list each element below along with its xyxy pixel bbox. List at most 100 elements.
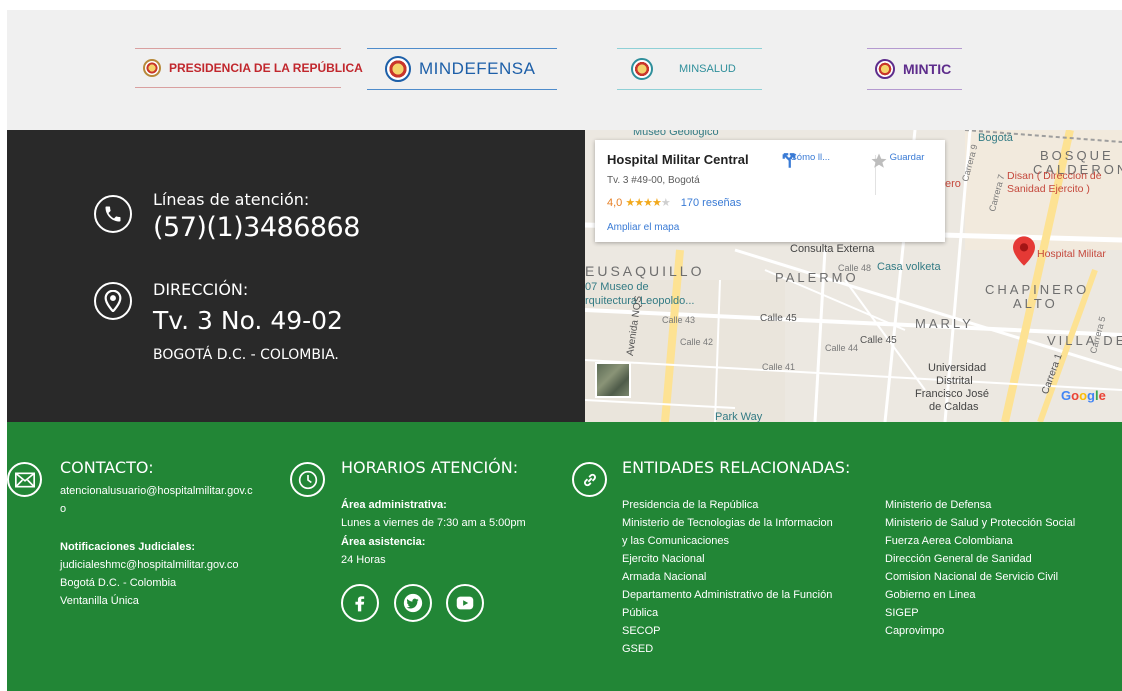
contact-email-line-1[interactable]: atencionalusuario@hospitalmilitar.gov.c	[60, 482, 253, 500]
contact-email-line-2[interactable]: o	[60, 500, 253, 518]
entity-link[interactable]: y las Comunicaciones	[622, 532, 833, 550]
link-icon	[572, 462, 607, 497]
contact-title: CONTACTO:	[60, 458, 154, 477]
map-label-calle-42: Calle 42	[680, 337, 714, 347]
map-label-alto: ALTO	[1013, 296, 1058, 311]
logo-mindefensa[interactable]: MINDEFENSA	[367, 48, 557, 90]
rating-value: 4,0	[607, 197, 623, 209]
map-label-teusaquillo: EUSAQUILLO	[585, 263, 705, 279]
entity-link[interactable]: Ministerio de Salud y Protección Social	[885, 514, 1075, 532]
satellite-toggle-button[interactable]	[595, 362, 631, 398]
map-label-chapinero: CHAPINERO	[985, 282, 1090, 297]
save-label: Guardar	[889, 152, 925, 163]
logo-mindefensa-text: MINDEFENSA	[419, 59, 536, 78]
map-label-consulta-externa: Consulta Externa	[790, 243, 875, 255]
map-label-universidad-2: Distrital	[936, 375, 973, 387]
colombia-seal-icon	[875, 59, 895, 79]
phone-icon	[94, 195, 132, 233]
reviews-link[interactable]: 170 reseñas	[681, 197, 742, 209]
address-value: Tv. 3 No. 49-02	[153, 306, 343, 335]
entity-link[interactable]: Fuerza Aerea Colombiana	[885, 532, 1075, 550]
youtube-icon	[456, 596, 474, 610]
related-entities-list-1: Presidencia de la República Ministerio d…	[622, 496, 833, 658]
entity-link[interactable]: Gobierno en Linea	[885, 586, 1075, 604]
admin-hours: Lunes a viernes de 7:30 am a 5:00pm	[341, 517, 526, 530]
entity-link[interactable]: Ministerio de Defensa	[885, 496, 1075, 514]
address-city: BOGOTÁ D.C. - COLOMBIA.	[153, 347, 339, 363]
directions-icon	[782, 153, 796, 168]
location-pin-icon	[94, 282, 132, 320]
partner-logos-strip: PRESIDENCIA DE LA REPÚBLICA MINDEFENSA M…	[7, 10, 1122, 130]
google-logo: Google	[1061, 388, 1106, 403]
map-label-casa-volketa: Casa volketa	[877, 261, 941, 273]
entity-link[interactable]: Armada Nacional	[622, 568, 833, 586]
map-place-card: Hospital Militar Central Tv. 3 #49-00, B…	[595, 140, 945, 242]
facebook-icon	[355, 596, 365, 612]
clock-icon	[290, 462, 325, 497]
google-map[interactable]: Museo Geologico Bogotá BOSQUE CALDERON e…	[585, 130, 1122, 422]
address-label: DIRECCIÓN:	[153, 280, 249, 299]
map-label-universidad-4: de Caldas	[929, 401, 979, 413]
entity-link[interactable]: SIGEP	[885, 604, 1075, 622]
map-label-museo-geologico: Museo Geologico	[633, 130, 719, 138]
rating-stars-on: ★★★★	[625, 197, 661, 209]
judicial-notifications-label: Notificaciones Judiciales:	[60, 540, 196, 553]
hours-title: HORARIOS ATENCIÓN:	[341, 458, 519, 477]
enlarge-map-link[interactable]: Ampliar el mapa	[607, 222, 679, 233]
assist-area-label: Área asistencia:	[341, 535, 426, 548]
assist-hours: 24 Horas	[341, 553, 386, 566]
entity-link[interactable]: SECOP	[622, 622, 833, 640]
map-label-park-way: Park Way	[715, 411, 763, 422]
phone-lines-label: Líneas de atención:	[153, 190, 310, 209]
entity-link[interactable]: Comision Nacional de Servicio Civil	[885, 568, 1075, 586]
logo-minsalud-text: MINSALUD	[679, 63, 736, 75]
star-icon	[871, 153, 887, 168]
hours-block: Área administrativa: Lunes a viernes de …	[341, 496, 526, 569]
ventanilla-unica-link[interactable]: Ventanilla Única	[60, 592, 253, 610]
place-name: Hospital Militar Central	[607, 152, 749, 167]
map-label-sanidad: Sanidad Ejercito )	[1007, 183, 1090, 195]
star-icon: ★★★★★	[625, 197, 670, 209]
entity-link[interactable]: Ministerio de Tecnologias de la Informac…	[622, 514, 833, 532]
map-label-palermo: PALERMO	[775, 270, 859, 285]
entity-link[interactable]: GSED	[622, 640, 833, 658]
youtube-button[interactable]	[446, 584, 484, 622]
entity-link[interactable]: Ejercito Nacional	[622, 550, 833, 568]
map-label-calle-45: Calle 45	[760, 313, 797, 324]
twitter-button[interactable]	[394, 584, 432, 622]
map-label-villa-de: VILLA DE	[1047, 333, 1122, 348]
logo-mintic-text: MINTIC	[903, 61, 952, 77]
map-label-universidad-1: Universidad	[928, 362, 987, 374]
entity-link[interactable]: Caprovimpo	[885, 622, 1075, 640]
page: { "logos": { "presidencia": "PRESIDENCIA…	[0, 0, 1122, 691]
entity-link[interactable]: Dirección General de Sanidad	[885, 550, 1075, 568]
admin-area-label: Área administrativa:	[341, 499, 447, 511]
related-entities-list-2: Ministerio de Defensa Ministerio de Salu…	[885, 496, 1075, 640]
map-label-museo-arq-1: 07 Museo de	[585, 281, 649, 293]
map-label-calle-43: Calle 43	[662, 315, 696, 325]
entity-link[interactable]: Presidencia de la República	[622, 496, 833, 514]
entity-link[interactable]: Pública	[622, 604, 833, 622]
save-button[interactable]: Guardar	[870, 152, 944, 168]
map-label-bogota: Bogotá	[978, 132, 1013, 144]
twitter-icon	[403, 593, 423, 613]
map-label-hospital-militar: Hospital Militar	[1037, 248, 1106, 260]
logo-presidencia-text: PRESIDENCIA DE LA REPÚBLICA	[169, 61, 363, 75]
logo-mintic[interactable]: MINTIC	[867, 48, 962, 90]
entity-link[interactable]: Departamento Administrativo de la Funció…	[622, 586, 833, 604]
directions-button[interactable]: Cómo ll...	[780, 152, 840, 168]
logo-presidencia[interactable]: PRESIDENCIA DE LA REPÚBLICA	[135, 48, 363, 88]
map-pin-icon[interactable]	[1013, 236, 1035, 266]
map-label-calle-41: Calle 41	[762, 362, 796, 372]
site-footer: CONTACTO: atencionalusuario@hospitalmili…	[7, 422, 1122, 691]
map-label-calle-44: Calle 44	[825, 343, 859, 353]
logo-minsalud[interactable]: MINSALUD	[617, 48, 762, 90]
contact-info-panel: Líneas de atención: (57)(1)3486868 DIREC…	[7, 130, 585, 422]
facebook-button[interactable]	[341, 584, 379, 622]
phone-number[interactable]: (57)(1)3486868	[153, 212, 360, 243]
map-label-ero: ero	[945, 178, 961, 190]
map-label-calle-45b: Calle 45	[860, 335, 897, 346]
colombia-seal-icon	[385, 56, 411, 82]
related-entities-title: ENTIDADES RELACIONADAS:	[622, 458, 851, 477]
judicial-email[interactable]: judicialeshmc@hospitalmilitar.gov.co	[60, 556, 253, 574]
